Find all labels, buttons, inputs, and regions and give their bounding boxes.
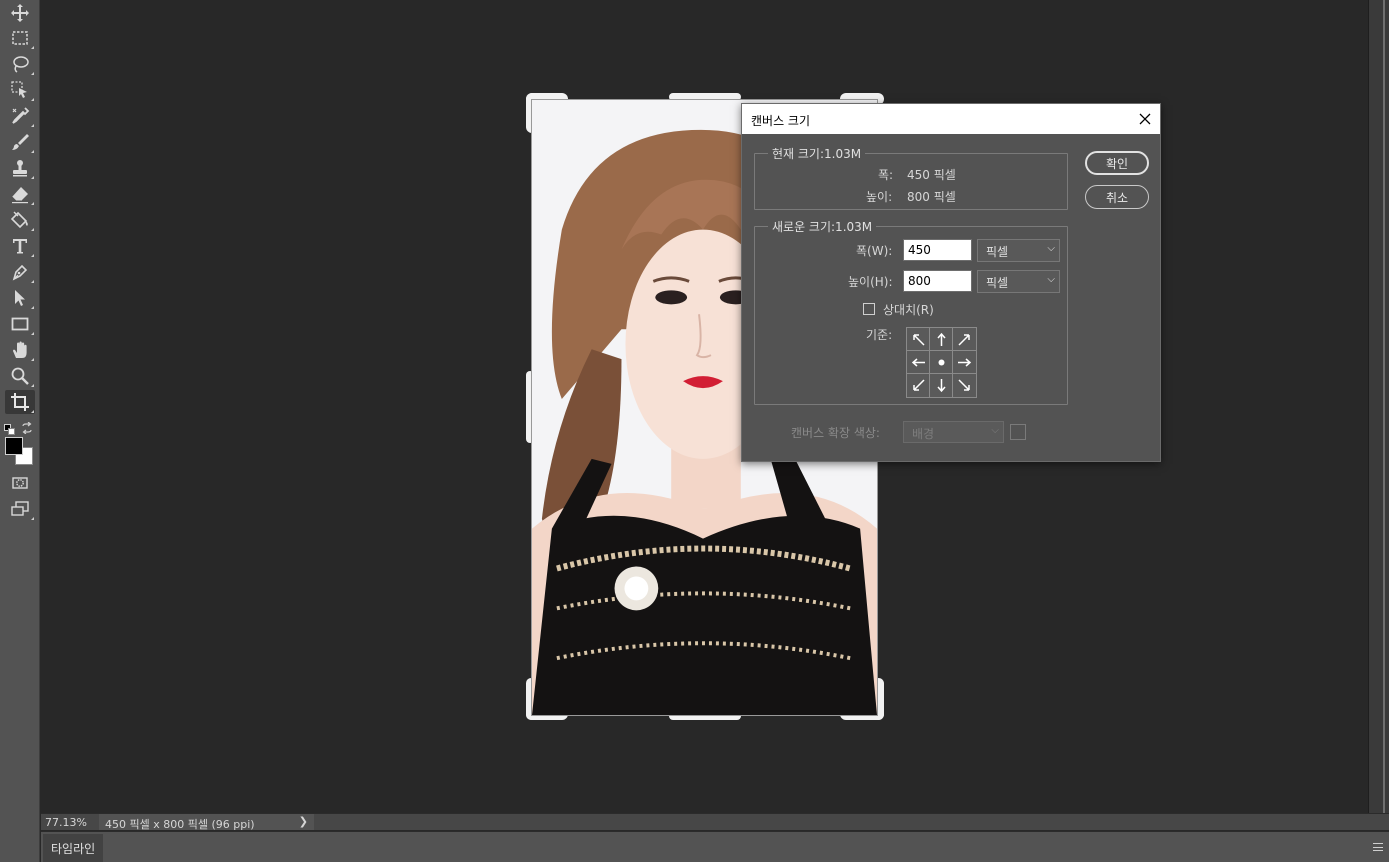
extension-color-label: 캔버스 확장 색상: — [791, 426, 880, 440]
dialog-title: 캔버스 크기 — [751, 114, 811, 128]
brush-icon — [12, 134, 29, 150]
close-button[interactable] — [1130, 104, 1160, 134]
anchor-label: 기준: — [866, 328, 893, 342]
zoom-level[interactable]: 77.13% — [45, 816, 87, 829]
rectangle-tool[interactable] — [5, 312, 35, 336]
move-tool[interactable] — [5, 1, 35, 25]
anchor-top-left[interactable] — [907, 328, 930, 351]
relative-label[interactable]: 상대치(R) — [883, 301, 934, 318]
anchor-bottom[interactable] — [930, 374, 953, 397]
zoom-tool[interactable] — [5, 364, 35, 388]
height-unit-value: 픽셀 — [986, 276, 1009, 290]
width-unit-select[interactable]: 픽셀 ⌵ — [977, 239, 1060, 262]
anchor-top-right[interactable] — [953, 328, 976, 351]
cancel-button[interactable]: 취소 — [1085, 185, 1149, 209]
hand-tool[interactable] — [5, 338, 35, 362]
stamp-tool[interactable] — [5, 156, 35, 180]
swap-colors-icon[interactable] — [21, 419, 33, 435]
brush-tool[interactable] — [5, 130, 35, 154]
clone-stamp-icon — [13, 160, 27, 177]
arrow-up-right-icon — [958, 333, 970, 346]
new-width-label: 폭(W): — [856, 244, 893, 258]
tools-panel — [0, 0, 40, 862]
anchor-grid — [906, 327, 977, 398]
arrow-up-left-icon — [912, 333, 925, 346]
zoom-icon — [11, 367, 29, 385]
current-width-value: 450 픽셀 — [907, 168, 956, 182]
lasso-tool[interactable] — [5, 52, 35, 76]
current-size-label: 현재 크기:1.03M — [768, 145, 866, 162]
rectangle-icon — [11, 317, 29, 331]
extension-color-select: 배경 ⌵ — [903, 421, 1004, 443]
rectangle-marquee-icon — [12, 31, 28, 45]
screen-mode-button[interactable] — [5, 497, 35, 521]
lasso-icon — [13, 56, 29, 73]
panel-menu-icon[interactable] — [1373, 843, 1383, 851]
anchor-top[interactable] — [930, 328, 953, 351]
path-selection-tool[interactable] — [5, 286, 35, 310]
extension-color-swatch — [1010, 424, 1026, 440]
anchor-bottom-right[interactable] — [953, 374, 976, 397]
timeline-panel: 타임라인 — [41, 831, 1389, 862]
object-selection-icon — [11, 81, 27, 98]
default-colors-icon[interactable] — [4, 420, 15, 435]
arrow-left-icon — [911, 357, 925, 367]
current-height-value: 800 픽셀 — [907, 190, 956, 204]
crop-tool[interactable] — [5, 390, 35, 414]
foreground-color-swatch[interactable] — [5, 437, 23, 455]
close-icon — [1139, 113, 1151, 125]
dialog-titlebar[interactable]: 캔버스 크기 — [742, 104, 1160, 134]
chevron-right-icon: ❯ — [298, 815, 308, 828]
paint-bucket-tool[interactable] — [5, 208, 35, 232]
document-info-text: 450 픽셀 x 800 픽셀 (96 ppi) — [105, 818, 255, 831]
type-tool[interactable] — [5, 234, 35, 258]
marquee-tool[interactable] — [5, 26, 35, 50]
quick-mask-button[interactable] — [5, 471, 35, 495]
width-input[interactable]: 450 — [903, 239, 972, 261]
canvas-size-dialog: 캔버스 크기 현재 크기:1.03M 폭: 450 픽셀 높이: 800 픽셀 … — [741, 103, 1161, 462]
anchor-center[interactable] — [930, 351, 953, 374]
status-bar: 77.13% 450 픽셀 x 800 픽셀 (96 ppi) ❯ — [41, 813, 1389, 831]
pen-tool[interactable] — [5, 260, 35, 284]
type-icon — [13, 239, 27, 254]
ok-button[interactable]: 확인 — [1085, 151, 1149, 175]
current-height-label: 높이: — [866, 190, 893, 204]
anchor-right[interactable] — [953, 351, 976, 374]
new-height-label: 높이(H): — [848, 275, 893, 289]
anchor-dot-icon — [938, 359, 944, 365]
eraser-tool[interactable] — [5, 182, 35, 206]
screen-mode-icon — [11, 501, 29, 516]
arrow-down-right-icon — [958, 379, 970, 391]
arrow-right-icon — [958, 357, 972, 367]
height-input[interactable]: 800 — [903, 270, 972, 292]
extension-color-value: 배경 — [912, 427, 935, 441]
move-icon — [11, 4, 29, 22]
object-selection-tool[interactable] — [5, 78, 35, 102]
relative-checkbox[interactable] — [863, 303, 875, 315]
hand-icon — [13, 341, 27, 358]
current-width-label: 폭: — [878, 168, 894, 182]
anchor-left[interactable] — [907, 351, 930, 374]
height-unit-select[interactable]: 픽셀 ⌵ — [977, 270, 1060, 293]
vertical-scrollbar[interactable] — [1368, 0, 1389, 813]
path-selection-icon — [15, 290, 25, 306]
width-unit-value: 픽셀 — [986, 245, 1009, 259]
chevron-down-icon: ⌵ — [991, 425, 999, 436]
paint-bucket-icon — [10, 211, 28, 229]
crop-icon — [11, 393, 29, 411]
eyedropper-tool[interactable] — [5, 104, 35, 128]
pen-icon — [12, 264, 28, 281]
arrow-down-left-icon — [912, 379, 925, 391]
eyedropper-icon — [12, 107, 30, 124]
quick-mask-icon — [12, 477, 28, 489]
arrow-down-icon — [936, 379, 946, 393]
tab-timeline[interactable]: 타임라인 — [43, 834, 104, 862]
chevron-down-icon: ⌵ — [1047, 243, 1055, 254]
new-size-label: 새로운 크기:1.03M — [768, 218, 877, 235]
document-info[interactable]: 450 픽셀 x 800 픽셀 (96 ppi) ❯ — [99, 814, 314, 831]
anchor-bottom-left[interactable] — [907, 374, 930, 397]
arrow-up-icon — [936, 332, 946, 346]
eraser-icon — [11, 187, 28, 204]
chevron-down-icon: ⌵ — [1047, 274, 1055, 285]
